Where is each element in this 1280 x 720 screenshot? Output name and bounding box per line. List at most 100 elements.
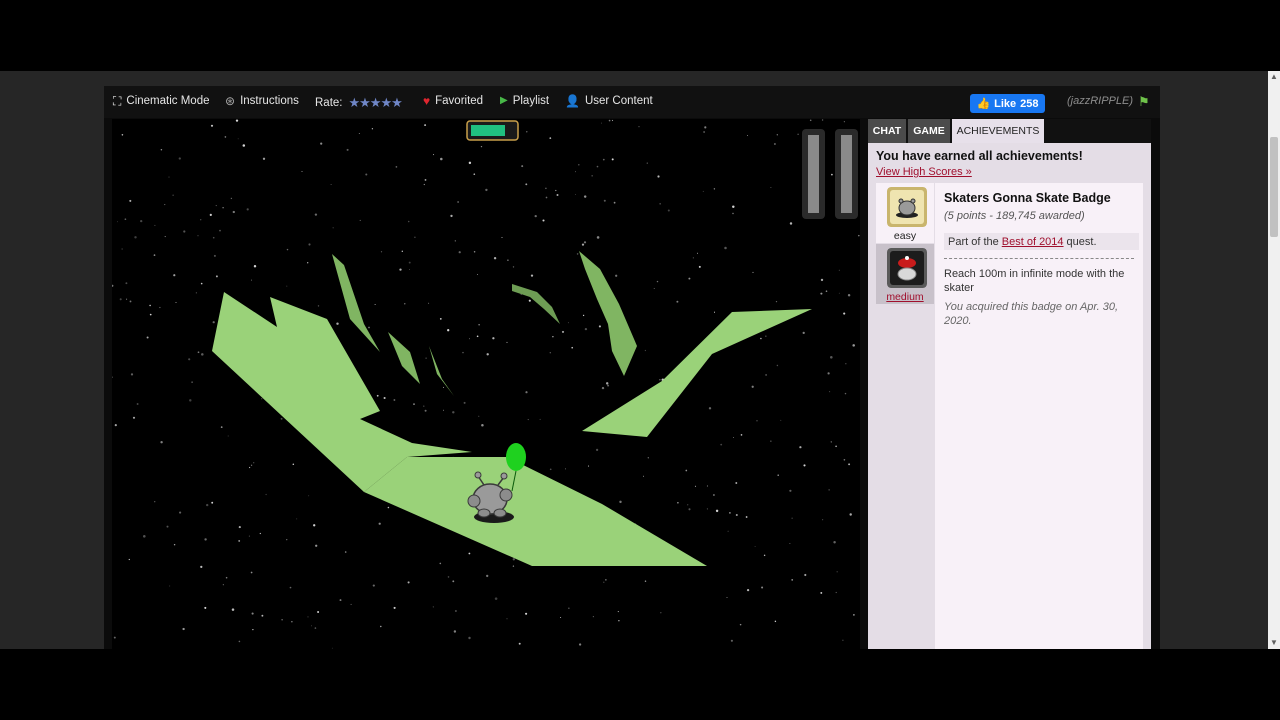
star [237, 138, 239, 140]
star [164, 236, 166, 238]
star [235, 119, 239, 122]
star [828, 489, 830, 491]
star [387, 506, 390, 509]
pause-button[interactable] [802, 129, 858, 219]
star [756, 420, 758, 422]
like-count: 258 [1020, 97, 1039, 110]
star [804, 573, 807, 577]
thumbs-up-icon: 👍 [976, 98, 991, 110]
star [463, 401, 466, 404]
star [530, 274, 534, 277]
star [567, 322, 569, 324]
view-high-scores-link[interactable]: View High Scores » [876, 166, 972, 178]
star [619, 500, 622, 504]
author-username[interactable]: (jazzRIPPLE) [1067, 95, 1133, 107]
quest-prefix: Part of the [948, 235, 999, 248]
star [706, 508, 708, 510]
tab-achievements[interactable]: ACHIEVEMENTS [952, 119, 1044, 143]
star [809, 119, 812, 122]
star [395, 166, 398, 168]
star [660, 612, 662, 614]
star [232, 210, 235, 214]
star [219, 229, 221, 232]
star [159, 306, 161, 309]
star [149, 304, 151, 307]
star [447, 576, 450, 578]
facebook-like-button[interactable]: 👍 Like 258 [970, 94, 1045, 113]
star [252, 628, 254, 631]
star [835, 591, 837, 594]
scroll-up-arrow-icon[interactable]: ▲ [1268, 71, 1280, 83]
star [713, 188, 716, 190]
star [374, 304, 376, 305]
star [708, 407, 712, 410]
star [424, 124, 427, 127]
playlist-button[interactable]: ▶ Playlist [500, 95, 549, 107]
track-segment [364, 457, 707, 566]
like-label: Like [994, 97, 1017, 110]
game-canvas[interactable] [112, 119, 860, 649]
page-scrollbar[interactable]: ▲ ▼ [1268, 71, 1280, 649]
star [802, 331, 805, 335]
star [332, 227, 334, 229]
star [601, 122, 602, 124]
star [603, 581, 605, 583]
star [314, 213, 318, 216]
star [468, 636, 471, 640]
star [561, 330, 565, 333]
badge-medium[interactable]: medium [876, 244, 934, 304]
star [692, 257, 694, 259]
star [331, 647, 333, 649]
star [227, 435, 229, 437]
star [735, 513, 738, 517]
star [204, 538, 207, 541]
star [248, 535, 250, 537]
scrollbar-thumb[interactable] [1270, 137, 1278, 237]
star [307, 262, 309, 264]
quest-link[interactable]: Best of 2014 [1002, 236, 1064, 248]
badge-easy[interactable]: easy [876, 183, 934, 243]
tab-chat[interactable]: CHAT [868, 119, 906, 143]
star [476, 335, 479, 338]
star [296, 518, 298, 520]
star [195, 292, 197, 294]
star [545, 196, 548, 199]
star [518, 642, 521, 645]
star [657, 175, 660, 178]
star [605, 382, 609, 385]
star [656, 280, 659, 283]
star [423, 405, 425, 407]
star [552, 336, 554, 338]
star [261, 398, 263, 400]
star [603, 199, 606, 202]
star [213, 254, 216, 257]
star [852, 344, 855, 347]
tab-game[interactable]: GAME [908, 119, 950, 143]
star [825, 290, 828, 292]
star [119, 298, 122, 301]
rating-stars[interactable]: ★★★★★ [349, 95, 403, 111]
badge-description: Reach 100m in infinite mode with the ska… [944, 268, 1125, 294]
favorited-button[interactable]: ♥ Favorited [423, 95, 483, 107]
star [746, 588, 750, 592]
star [172, 194, 174, 196]
cinematic-mode-button[interactable]: ⛶ Cinematic Mode [113, 95, 210, 107]
star [602, 158, 605, 161]
star [760, 337, 762, 340]
instructions-button[interactable]: ⊛ Instructions [225, 95, 299, 107]
star [688, 508, 691, 511]
star [189, 399, 192, 402]
star [849, 513, 852, 516]
star [112, 284, 114, 287]
star [307, 616, 309, 618]
star [179, 511, 182, 514]
heart-icon: ♥ [423, 94, 431, 108]
star [803, 464, 806, 467]
track-segment [512, 284, 560, 324]
scroll-down-arrow-icon[interactable]: ▼ [1268, 637, 1280, 649]
divider [944, 258, 1134, 259]
star [845, 363, 847, 365]
star [525, 391, 528, 394]
user-content-button[interactable]: 👤 User Content [565, 95, 653, 107]
star [486, 574, 489, 578]
